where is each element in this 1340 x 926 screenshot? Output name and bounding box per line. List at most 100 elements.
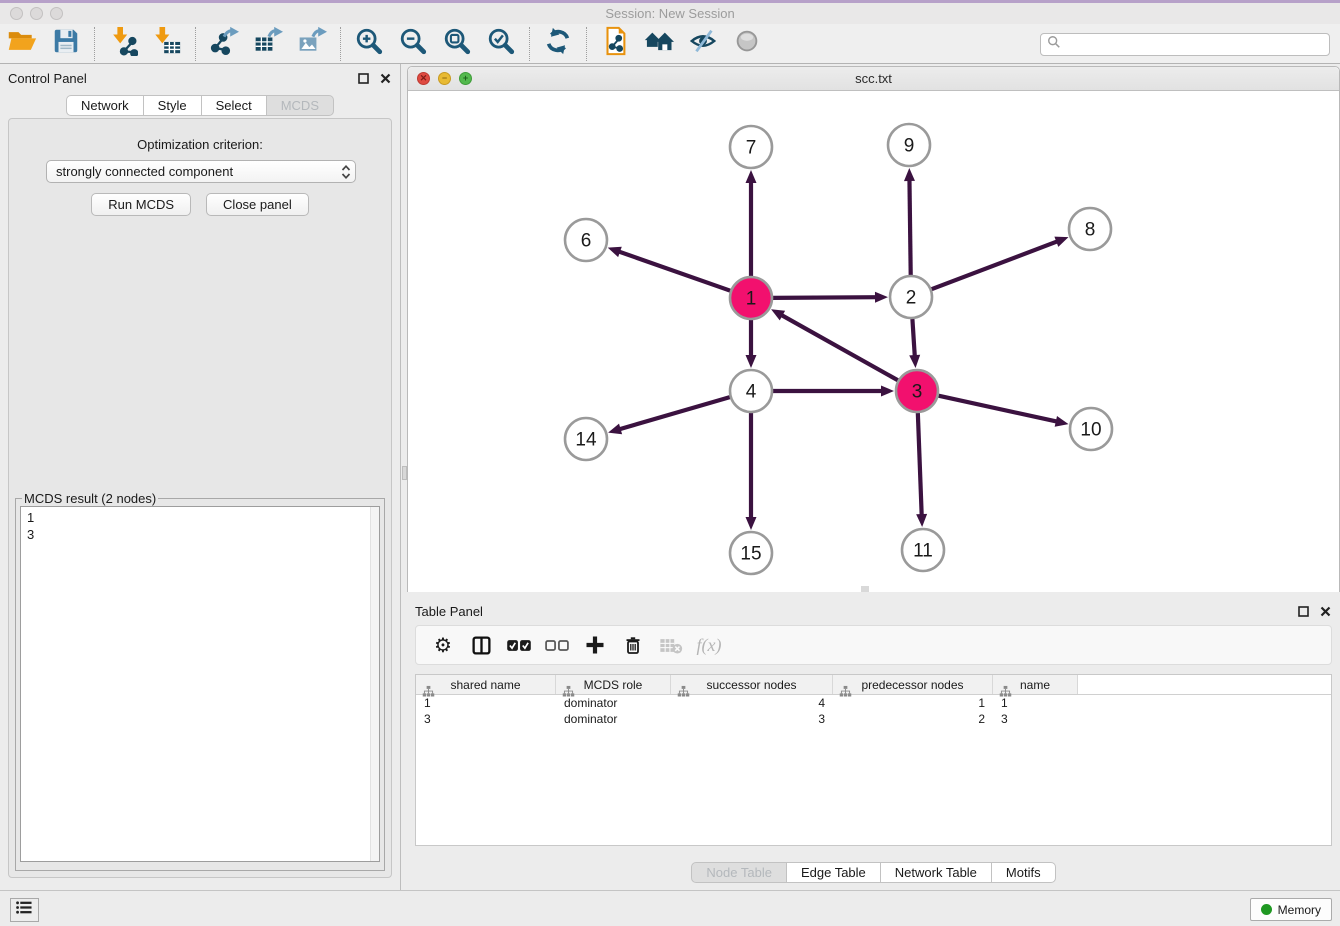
table-cell[interactable]: 3 — [416, 711, 556, 727]
add-column-button[interactable] — [582, 632, 608, 658]
graph-edge-2-3[interactable] — [912, 319, 914, 358]
tab-select[interactable]: Select — [202, 95, 267, 116]
search-input[interactable] — [1065, 35, 1329, 54]
refresh-icon — [543, 26, 573, 61]
columns-icon — [471, 635, 492, 656]
float-table-panel-icon[interactable] — [1296, 604, 1310, 618]
search-field[interactable] — [1040, 33, 1330, 56]
table-cell[interactable]: dominator — [556, 711, 671, 727]
scrollbar-track[interactable] — [370, 507, 379, 861]
close-panel-button[interactable]: Close panel — [206, 193, 309, 216]
level-of-detail-button[interactable] — [730, 27, 764, 61]
column-header-shared-name[interactable]: shared name — [416, 675, 556, 694]
table-settings-button[interactable]: ⚙ — [430, 632, 456, 658]
table-header-row: shared nameMCDS rolesuccessor nodesprede… — [416, 675, 1331, 695]
graph-node-label: 9 — [904, 136, 915, 157]
toolbar-separator — [529, 27, 530, 61]
network-window-titlebar[interactable]: ✕ − + scc.txt — [408, 67, 1339, 91]
toolbar-separator — [195, 27, 196, 61]
select-all-columns-button[interactable] — [506, 632, 532, 658]
graph-edge-3-1[interactable] — [780, 314, 898, 380]
delete-table-button[interactable] — [658, 632, 684, 658]
memory-status-icon — [1261, 904, 1272, 915]
graph-node-label: 3 — [912, 382, 923, 403]
tab-mcds[interactable]: MCDS — [267, 95, 334, 116]
memory-label: Memory — [1278, 903, 1321, 917]
tab-motifs[interactable]: Motifs — [992, 862, 1056, 883]
node-table[interactable]: shared nameMCDS rolesuccessor nodesprede… — [415, 674, 1332, 846]
control-panel: Control Panel Network Style Select MCDS … — [0, 64, 400, 890]
graph-edge-arrowhead — [916, 514, 927, 527]
graph-node-label: 15 — [740, 544, 761, 565]
network-canvas[interactable]: 7968124314101511 — [408, 91, 1339, 592]
close-panel-icon[interactable] — [378, 71, 392, 85]
delete-column-button[interactable] — [620, 632, 646, 658]
import-network-button[interactable] — [106, 27, 140, 61]
zoom-fit-button[interactable] — [440, 27, 474, 61]
table-row[interactable]: 1dominator411 — [416, 695, 1331, 711]
graph-edge-arrowhead — [746, 355, 757, 368]
zoom-selected-icon — [486, 26, 516, 61]
network-file-button[interactable] — [598, 27, 632, 61]
refresh-layout-button[interactable] — [541, 27, 575, 61]
table-cell[interactable]: 4 — [671, 695, 833, 711]
graph-edge-1-2[interactable] — [773, 297, 878, 298]
homes-icon — [644, 26, 674, 61]
import-table-button[interactable] — [150, 27, 184, 61]
run-mcds-button[interactable]: Run MCDS — [91, 193, 191, 216]
tab-network[interactable]: Network — [66, 95, 144, 116]
canvas-scroll-grip[interactable] — [861, 586, 869, 592]
table-cell[interactable]: 1 — [833, 695, 993, 711]
toolbar-separator — [94, 27, 95, 61]
table-cell[interactable]: 2 — [833, 711, 993, 727]
zoom-in-button[interactable] — [352, 27, 386, 61]
close-table-panel-icon[interactable] — [1318, 604, 1332, 618]
mcds-result-title: MCDS result (2 nodes) — [22, 491, 158, 506]
zoom-selected-button[interactable] — [484, 27, 518, 61]
export-network-button[interactable] — [207, 27, 241, 61]
graph-edge-3-10[interactable] — [938, 396, 1058, 422]
graph-edge-2-8[interactable] — [932, 241, 1060, 289]
tab-node-table[interactable]: Node Table — [691, 862, 787, 883]
tab-network-table[interactable]: Network Table — [881, 862, 992, 883]
show-all-networks-button[interactable] — [642, 27, 676, 61]
column-header-MCDS-role[interactable]: MCDS role — [556, 675, 671, 694]
graph-edge-4-14[interactable] — [618, 397, 730, 430]
zoom-out-button[interactable] — [396, 27, 430, 61]
export-image-button[interactable] — [295, 27, 329, 61]
column-header-name[interactable]: name — [993, 675, 1078, 694]
column-header-predecessor-nodes[interactable]: predecessor nodes — [833, 675, 993, 694]
graph-edge-arrowhead — [875, 292, 888, 303]
import-table-icon — [152, 26, 182, 61]
mcds-result-box[interactable]: 1 3 — [20, 506, 380, 862]
window-title: Session: New Session — [0, 6, 1340, 21]
table-cell[interactable]: 3 — [671, 711, 833, 727]
optimization-criterion-select[interactable]: strongly connected component — [46, 160, 356, 183]
panel-splitter[interactable] — [400, 64, 407, 890]
hide-graphics-details-button[interactable] — [686, 27, 720, 61]
tab-edge-table[interactable]: Edge Table — [787, 862, 881, 883]
tab-style[interactable]: Style — [144, 95, 202, 116]
open-file-button[interactable] — [5, 27, 39, 61]
memory-button[interactable]: Memory — [1250, 898, 1332, 921]
table-cell[interactable]: 1 — [416, 695, 556, 711]
graph-edge-1-6[interactable] — [617, 251, 730, 291]
table-cell[interactable]: 3 — [993, 711, 1078, 727]
column-header-successor-nodes[interactable]: successor nodes — [671, 675, 833, 694]
graph-node-label: 14 — [575, 430, 597, 451]
save-session-button[interactable] — [49, 27, 83, 61]
table-panel-title: Table Panel — [415, 604, 1288, 619]
titlebar: Session: New Session — [0, 3, 1340, 24]
graph-edge-arrowhead — [746, 517, 757, 530]
graph-edge-3-11[interactable] — [918, 413, 922, 517]
table-row[interactable]: 3dominator323 — [416, 711, 1331, 727]
column-layout-button[interactable] — [468, 632, 494, 658]
unselect-all-columns-button[interactable] — [544, 632, 570, 658]
task-history-button[interactable] — [10, 898, 39, 922]
open-folder-icon — [7, 26, 37, 61]
function-builder-button[interactable]: f(x) — [696, 632, 722, 658]
control-panel-title: Control Panel — [8, 71, 348, 86]
export-table-button[interactable] — [251, 27, 285, 61]
float-panel-icon[interactable] — [356, 71, 370, 85]
graph-edge-2-9[interactable] — [909, 178, 910, 275]
